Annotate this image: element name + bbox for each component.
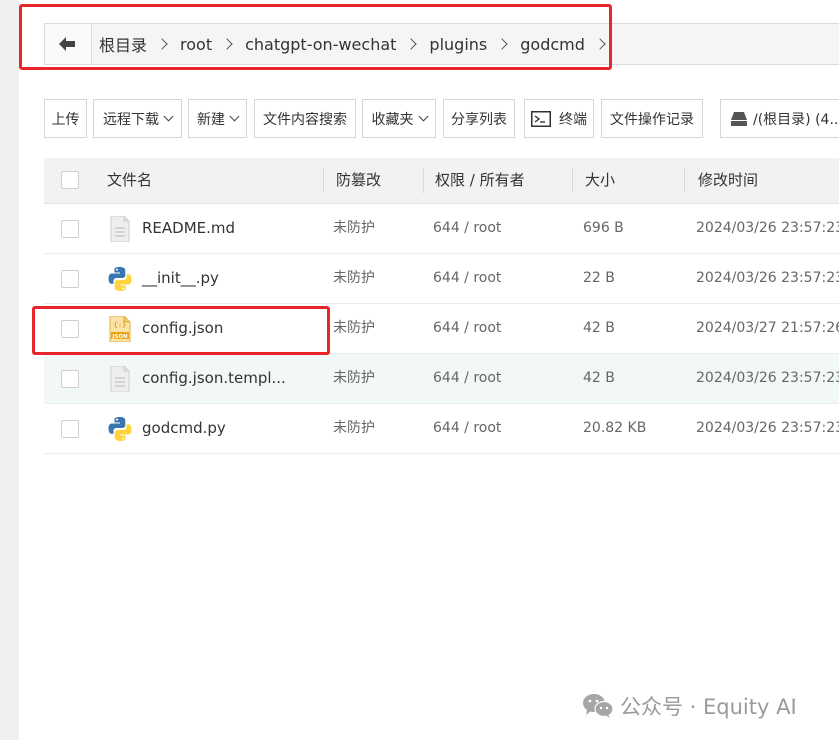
row-checkbox[interactable] [61, 220, 79, 238]
table-row[interactable]: __init__.py 未防护 644 / root 22 B 2024/03/… [44, 254, 839, 304]
protect-status[interactable]: 未防护 [333, 204, 375, 253]
python-file-icon [108, 417, 132, 441]
highlight-box-config-json [32, 306, 330, 355]
content-search-button[interactable]: 文件内容搜索 [254, 99, 356, 138]
table-row[interactable]: config.json.templ... 未防护 644 / root 42 B… [44, 354, 839, 404]
row-checkbox[interactable] [61, 370, 79, 388]
column-header-size[interactable]: 大小 [585, 158, 615, 203]
remote-download-button[interactable]: 远程下载 [93, 99, 182, 138]
text-file-icon [110, 216, 130, 242]
remote-download-label: 远程下载 [103, 111, 159, 128]
file-name[interactable]: godcmd.py [142, 404, 226, 453]
file-size: 696 B [583, 220, 624, 236]
row-checkbox[interactable] [61, 270, 79, 288]
file-size: 42 B [583, 370, 615, 386]
text-file-icon [110, 366, 130, 392]
disk-label: /(根目录) (4... [753, 111, 839, 128]
protect-status[interactable]: 未防护 [333, 304, 375, 353]
permission-owner[interactable]: 644 / root [433, 204, 501, 253]
protect-status[interactable]: 未防护 [333, 404, 375, 453]
column-header-name[interactable]: 文件名 [107, 158, 152, 203]
chevron-down-icon [229, 111, 240, 122]
column-divider [684, 168, 685, 193]
file-name[interactable]: README.md [142, 204, 235, 253]
new-button[interactable]: 新建 [188, 99, 247, 138]
upload-label: 上传 [51, 111, 80, 128]
protect-status[interactable]: 未防护 [333, 354, 375, 403]
column-header-permission[interactable]: 权限 / 所有者 [435, 158, 525, 203]
terminal-button[interactable]: 终端 [524, 99, 594, 138]
share-list-label: 分享列表 [451, 111, 507, 128]
upload-button[interactable]: 上传 [44, 99, 87, 138]
file-size: 20.82 KB [583, 420, 647, 436]
permission-owner[interactable]: 644 / root [433, 354, 501, 403]
watermark: 公众号 · Equity AI [582, 690, 797, 722]
favorites-label: 收藏夹 [371, 111, 414, 128]
modified-time: 2024/03/26 23:57:23 [696, 220, 839, 236]
terminal-label: 终端 [559, 111, 587, 128]
column-divider [423, 168, 424, 193]
chevron-down-icon [418, 111, 428, 122]
column-header-protect[interactable]: 防篡改 [336, 158, 381, 203]
modified-time: 2024/03/26 23:57:23 [696, 420, 839, 436]
left-gutter [0, 0, 19, 740]
disk-icon [731, 111, 747, 126]
disk-selector-button[interactable]: /(根目录) (4... [720, 99, 839, 138]
file-size: 42 B [583, 320, 615, 336]
wechat-icon [583, 694, 614, 718]
row-checkbox[interactable] [61, 420, 79, 438]
terminal-icon [531, 110, 551, 127]
chevron-down-icon [163, 111, 174, 122]
file-table-header: 文件名 防篡改 权限 / 所有者 大小 修改时间 [44, 158, 839, 204]
permission-owner[interactable]: 644 / root [433, 254, 501, 303]
file-name[interactable]: __init__.py [142, 254, 219, 303]
select-all-checkbox[interactable] [61, 171, 79, 189]
highlight-box-breadcrumb [19, 4, 612, 70]
protect-status[interactable]: 未防护 [333, 254, 375, 303]
modified-time: 2024/03/26 23:57:23 [696, 370, 839, 386]
file-name[interactable]: config.json.templ... [142, 354, 286, 403]
content-search-label: 文件内容搜索 [263, 111, 347, 128]
table-row[interactable]: godcmd.py 未防护 644 / root 20.82 KB 2024/0… [44, 404, 839, 454]
watermark-text: 公众号 · Equity AI [620, 695, 797, 719]
column-divider [572, 168, 573, 193]
file-size: 22 B [583, 270, 615, 286]
operation-log-label: 文件操作记录 [610, 111, 694, 128]
modified-time: 2024/03/27 21:57:26 [696, 320, 839, 336]
column-header-mtime[interactable]: 修改时间 [698, 158, 758, 203]
operation-log-button[interactable]: 文件操作记录 [601, 99, 703, 138]
favorites-button[interactable]: 收藏夹 [362, 99, 436, 138]
share-list-button[interactable]: 分享列表 [443, 99, 515, 138]
python-file-icon [108, 267, 132, 291]
modified-time: 2024/03/26 23:57:23 [696, 270, 839, 286]
permission-owner[interactable]: 644 / root [433, 304, 501, 353]
column-divider [323, 168, 324, 193]
table-row[interactable]: README.md 未防护 644 / root 696 B 2024/03/2… [44, 204, 839, 254]
permission-owner[interactable]: 644 / root [433, 404, 501, 453]
new-label: 新建 [197, 111, 225, 128]
